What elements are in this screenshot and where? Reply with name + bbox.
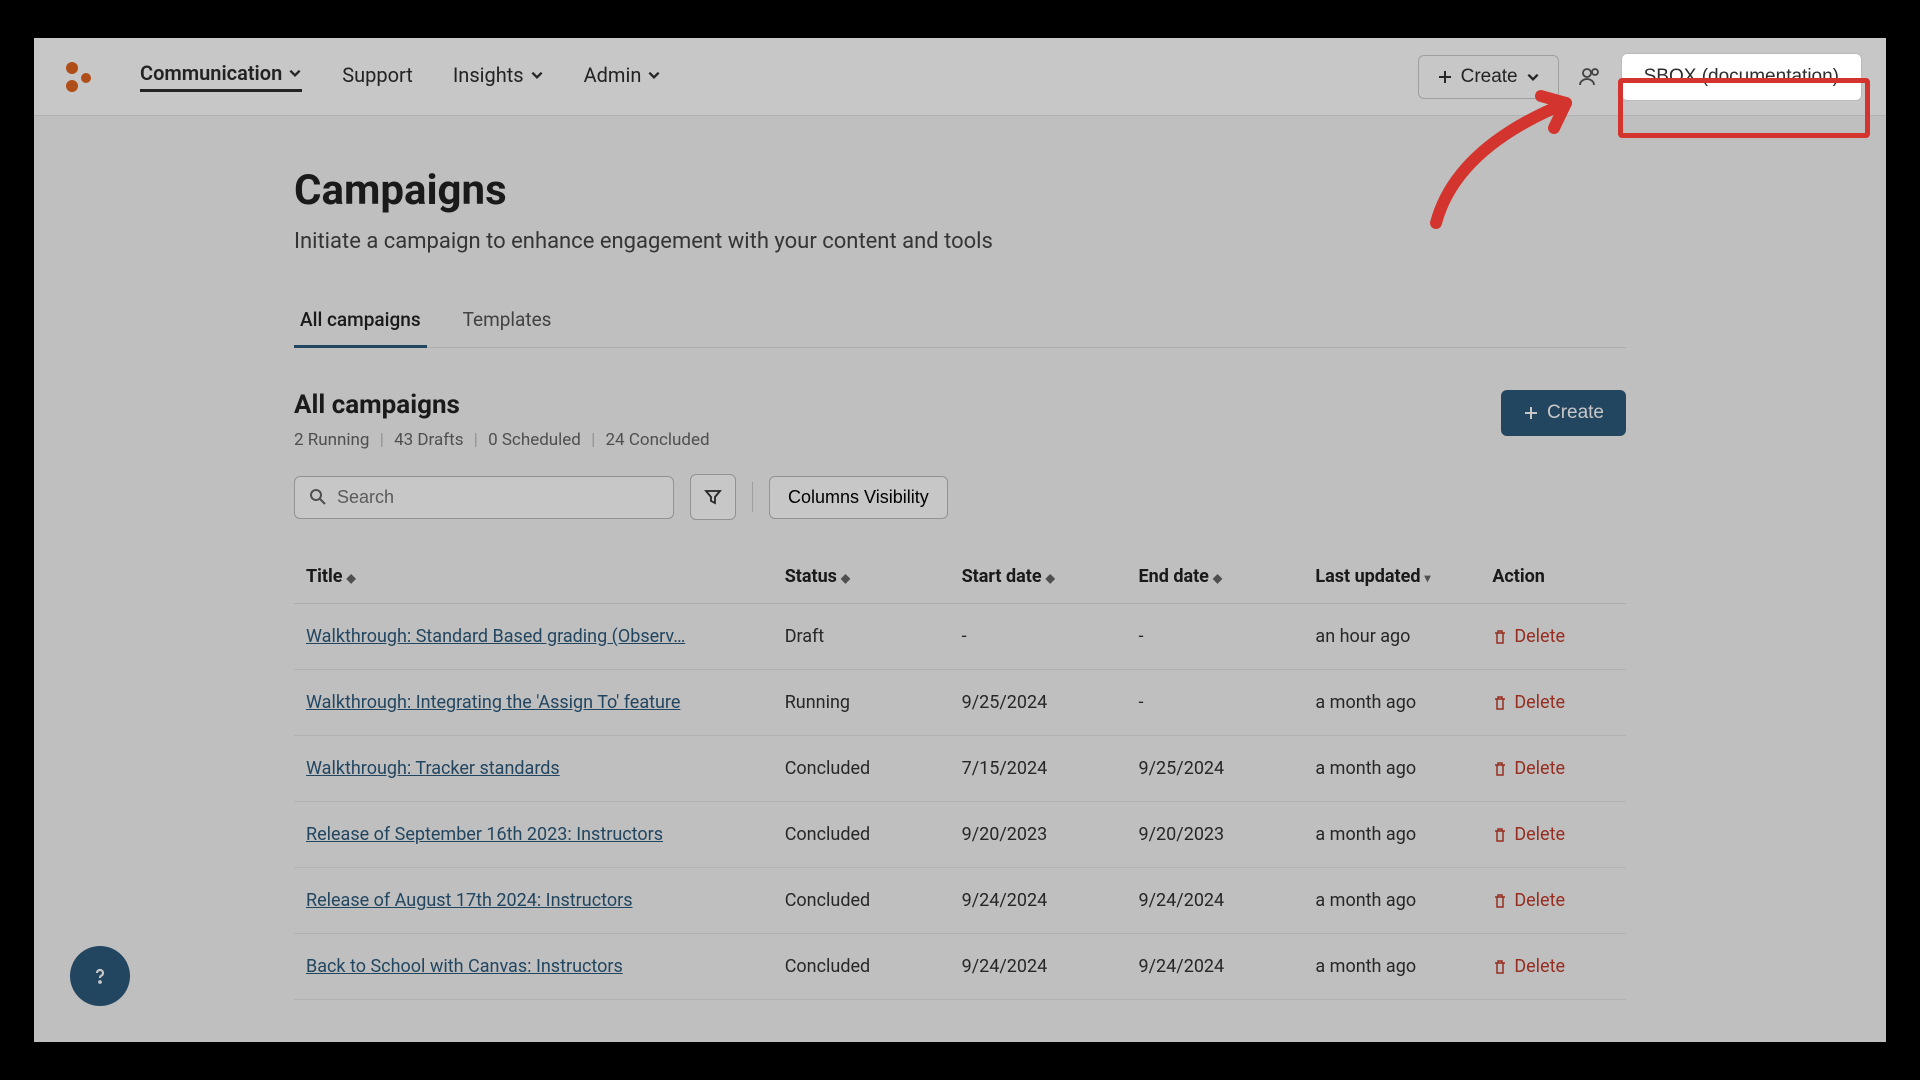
campaign-title-link[interactable]: Back to School with Canvas: Instructors	[306, 956, 623, 977]
chevron-down-icon	[530, 68, 544, 82]
delete-button[interactable]: Delete	[1492, 626, 1614, 647]
cell-end-date: 9/24/2024	[1127, 868, 1304, 934]
nav-label: Communication	[140, 61, 282, 85]
campaign-title-link[interactable]: Walkthrough: Integrating the 'Assign To'…	[306, 692, 680, 713]
create-campaign-button[interactable]: Create	[1501, 390, 1626, 436]
cell-end-date: 9/24/2024	[1127, 934, 1304, 1000]
delete-button[interactable]: Delete	[1492, 692, 1614, 713]
page-subtitle: Initiate a campaign to enhance engagemen…	[294, 229, 1626, 254]
campaigns-table: Title◆ Status◆ Start date◆ End date◆ Las…	[294, 550, 1626, 1000]
summary-running: 2 Running	[294, 430, 369, 450]
delete-button[interactable]: Delete	[1492, 956, 1614, 977]
cell-start-date: 7/15/2024	[950, 736, 1127, 802]
nav-insights[interactable]: Insights	[453, 63, 544, 91]
environment-selector-button[interactable]: SBOX (documentation)	[1621, 53, 1862, 101]
trash-icon	[1492, 827, 1508, 843]
cell-start-date: 9/24/2024	[950, 934, 1127, 1000]
nav-label: Insights	[453, 63, 524, 87]
delete-button[interactable]: Delete	[1492, 758, 1614, 779]
cell-end-date: 9/20/2023	[1127, 802, 1304, 868]
cell-status: Concluded	[773, 868, 950, 934]
cell-last-updated: an hour ago	[1303, 604, 1480, 670]
cell-last-updated: a month ago	[1303, 802, 1480, 868]
nav-label: Support	[342, 63, 413, 87]
button-label: Create	[1461, 66, 1518, 88]
columns-visibility-button[interactable]: Columns Visibility	[769, 476, 948, 519]
filter-icon	[703, 487, 723, 507]
campaign-title-link[interactable]: Release of September 16th 2023: Instruct…	[306, 824, 663, 845]
main-nav: Communication Support Insights Admin	[140, 61, 661, 92]
cell-last-updated: a month ago	[1303, 736, 1480, 802]
summary-scheduled: 0 Scheduled	[488, 430, 581, 450]
cell-status: Running	[773, 670, 950, 736]
button-label: Create	[1547, 402, 1604, 424]
plus-icon	[1523, 405, 1539, 421]
table-row: Walkthrough: Standard Based grading (Obs…	[294, 604, 1626, 670]
cell-status: Concluded	[773, 736, 950, 802]
question-icon	[88, 964, 112, 988]
table-row: Walkthrough: Tracker standards Concluded…	[294, 736, 1626, 802]
cell-last-updated: a month ago	[1303, 670, 1480, 736]
summary-concluded: 24 Concluded	[606, 430, 710, 450]
filter-button[interactable]	[690, 474, 736, 520]
column-header-last-updated[interactable]: Last updated▾	[1303, 550, 1480, 604]
page-title: Campaigns	[294, 166, 1626, 215]
trash-icon	[1492, 761, 1508, 777]
table-row: Back to School with Canvas: Instructors …	[294, 934, 1626, 1000]
cell-start-date: -	[950, 604, 1127, 670]
tab-all-campaigns[interactable]: All campaigns	[294, 294, 427, 348]
column-header-action: Action	[1480, 550, 1626, 604]
delete-button[interactable]: Delete	[1492, 890, 1614, 911]
cell-status: Concluded	[773, 934, 950, 1000]
trash-icon	[1492, 695, 1508, 711]
table-row: Release of September 16th 2023: Instruct…	[294, 802, 1626, 868]
nav-label: Admin	[584, 63, 642, 87]
tab-templates[interactable]: Templates	[457, 294, 558, 347]
column-header-status[interactable]: Status◆	[773, 550, 950, 604]
header-create-button[interactable]: Create	[1418, 55, 1559, 99]
content-tabs: All campaigns Templates	[294, 294, 1626, 348]
table-row: Walkthrough: Integrating the 'Assign To'…	[294, 670, 1626, 736]
column-header-title[interactable]: Title◆	[294, 550, 773, 604]
plus-icon	[1437, 69, 1453, 85]
trash-icon	[1492, 893, 1508, 909]
app-logo[interactable]	[58, 56, 100, 98]
campaign-title-link[interactable]: Release of August 17th 2024: Instructors	[306, 890, 633, 911]
nav-communication[interactable]: Communication	[140, 61, 302, 92]
status-summary: 2 Running | 43 Drafts | 0 Scheduled | 24…	[294, 430, 710, 450]
search-icon	[309, 488, 327, 506]
cell-status: Draft	[773, 604, 950, 670]
trash-icon	[1492, 959, 1508, 975]
user-group-icon[interactable]	[1577, 64, 1603, 90]
search-input[interactable]	[337, 487, 659, 508]
top-header: Communication Support Insights Admin Cre…	[34, 38, 1886, 116]
column-header-start-date[interactable]: Start date◆	[950, 550, 1127, 604]
chevron-down-icon	[288, 66, 302, 80]
cell-last-updated: a month ago	[1303, 868, 1480, 934]
table-row: Release of August 17th 2024: Instructors…	[294, 868, 1626, 934]
campaign-title-link[interactable]: Walkthrough: Standard Based grading (Obs…	[306, 626, 685, 647]
cell-start-date: 9/25/2024	[950, 670, 1127, 736]
column-header-end-date[interactable]: End date◆	[1127, 550, 1304, 604]
cell-end-date: -	[1127, 670, 1304, 736]
summary-drafts: 43 Drafts	[394, 430, 463, 450]
button-label: SBOX (documentation)	[1644, 66, 1839, 87]
nav-admin[interactable]: Admin	[584, 63, 662, 91]
separator	[752, 482, 753, 512]
help-button[interactable]	[70, 946, 130, 1006]
cell-end-date: -	[1127, 604, 1304, 670]
campaign-title-link[interactable]: Walkthrough: Tracker standards	[306, 758, 560, 779]
cell-status: Concluded	[773, 802, 950, 868]
cell-start-date: 9/24/2024	[950, 868, 1127, 934]
search-container	[294, 476, 674, 519]
cell-start-date: 9/20/2023	[950, 802, 1127, 868]
chevron-down-icon	[1526, 70, 1540, 84]
cell-end-date: 9/25/2024	[1127, 736, 1304, 802]
delete-button[interactable]: Delete	[1492, 824, 1614, 845]
cell-last-updated: a month ago	[1303, 934, 1480, 1000]
trash-icon	[1492, 629, 1508, 645]
section-title: All campaigns	[294, 390, 710, 420]
nav-support[interactable]: Support	[342, 63, 413, 91]
chevron-down-icon	[647, 68, 661, 82]
